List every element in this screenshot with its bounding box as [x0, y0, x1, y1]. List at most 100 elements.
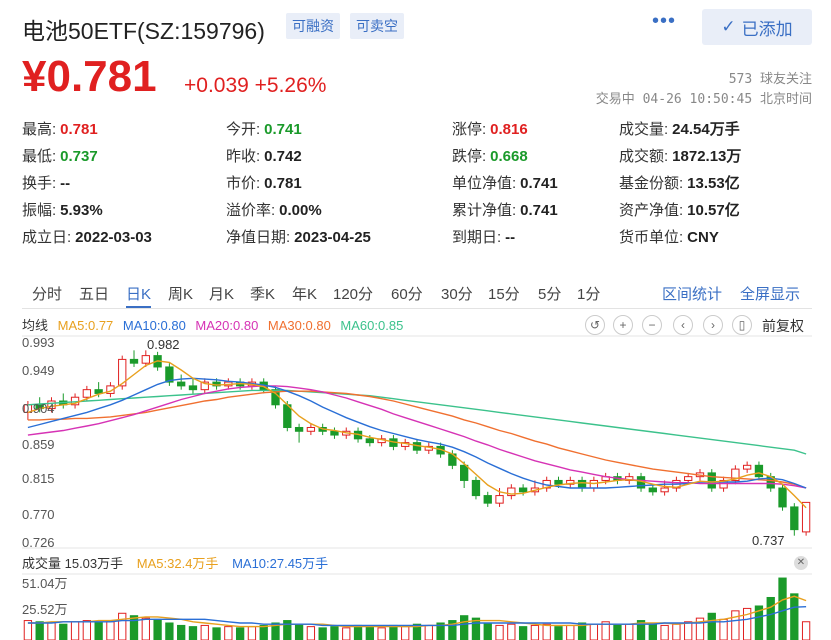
volume-bar [684, 621, 693, 640]
volume-bar [330, 626, 339, 640]
vol-tick: 25.52万 [22, 602, 68, 617]
undo-icon[interactable]: ↺ [585, 315, 605, 335]
period-tab[interactable]: 周K [168, 283, 193, 304]
adjust-mode[interactable]: 前复权 [762, 316, 804, 336]
stat-cell: 换手: -- [22, 172, 70, 193]
volume-bar [200, 624, 209, 640]
candle-body [177, 381, 186, 387]
volume-bar [672, 623, 681, 640]
short-tag[interactable]: 可卖空 [350, 13, 404, 39]
volume-bar [118, 612, 127, 640]
ma-legend: 均线 MA5:0.77 MA10:0.80 MA20:0.80 MA30:0.8… [22, 315, 409, 334]
trade-status: 交易中 04-26 10:50:45 北京时间 [595, 92, 812, 107]
prev-icon[interactable]: ‹ [673, 315, 693, 335]
chart-canvas[interactable] [0, 312, 831, 640]
period-tab[interactable]: 30分 [441, 283, 473, 304]
volume-bar [801, 621, 811, 640]
period-tab[interactable]: 分时 [32, 283, 62, 304]
stat-value: CNY [687, 229, 719, 246]
stat-label: 市价: [226, 175, 261, 192]
period-tab[interactable]: 60分 [391, 283, 423, 304]
stat-cell: 成立日: 2022-03-03 [22, 226, 152, 247]
zoom-out-icon[interactable]: − [642, 315, 662, 335]
stat-cell: 昨收: 0.742 [226, 145, 302, 166]
next-icon[interactable]: › [703, 315, 723, 335]
added-watchlist-button[interactable]: ✓ 已添加 [702, 9, 812, 45]
zoom-in-icon[interactable]: + [613, 315, 633, 335]
volume-bar [224, 626, 233, 640]
candle-body [471, 479, 481, 497]
stat-cell: 基金份额: 13.53亿 [619, 172, 740, 193]
volume-bar [495, 624, 504, 640]
volume-bar [59, 623, 68, 640]
range-stats-link[interactable]: 区间统计 [662, 283, 722, 304]
stat-label: 最低: [22, 148, 57, 165]
candle-icon[interactable]: ▯ [732, 315, 752, 335]
candle-body [495, 495, 504, 504]
period-tab[interactable]: 日K [126, 283, 152, 308]
candle-body [518, 487, 528, 493]
stat-label: 基金份额: [619, 175, 684, 192]
candle-body [742, 464, 752, 470]
volume-value: 成交量 15.03万手 [22, 556, 124, 571]
fullscreen-link[interactable]: 全屏显示 [740, 283, 800, 304]
period-tab[interactable]: 季K [250, 283, 275, 304]
volume-bar [778, 577, 787, 640]
stat-value: 2023-04-25 [294, 229, 371, 246]
volume-bar [507, 623, 516, 640]
y-tick: 0.726 [22, 535, 55, 550]
ma-legend-prefix: 均线 [22, 318, 49, 333]
stat-cell: 今开: 0.741 [226, 118, 302, 139]
followers-count[interactable]: 573 球友关注 [729, 68, 812, 87]
volume-bar [731, 610, 740, 640]
period-tab[interactable]: 五日 [79, 283, 109, 304]
y-tick: 0.815 [22, 471, 55, 486]
page-title: 电池50ETF(SZ:159796) [22, 18, 265, 44]
stat-label: 成交额: [619, 148, 669, 165]
period-tab[interactable]: 120分 [333, 283, 373, 304]
volume-bar [530, 624, 540, 640]
volume-bar [460, 615, 469, 640]
candle-body [141, 355, 150, 364]
y-tick: 0.859 [22, 437, 55, 452]
stat-cell: 跌停: 0.668 [452, 145, 528, 166]
more-dots-icon[interactable]: ••• [652, 10, 676, 33]
stat-value: 0.737 [60, 148, 98, 165]
margin-tag[interactable]: 可融资 [286, 13, 340, 39]
candle-body [188, 385, 198, 391]
volume-bar [247, 626, 257, 640]
candle-body [294, 426, 304, 432]
stat-cell: 净值日期: 2023-04-25 [226, 226, 371, 247]
period-tab[interactable]: 5分 [538, 283, 561, 304]
volume-bar [153, 618, 162, 640]
ma5-legend: MA5:0.77 [57, 318, 114, 333]
kline-chart[interactable]: 均线 MA5:0.77 MA10:0.80 MA20:0.80 MA30:0.8… [0, 312, 831, 640]
y-tick: 0.993 [22, 335, 55, 350]
candle-body [577, 479, 587, 489]
candle-body [483, 495, 492, 504]
volume-bar [318, 627, 327, 640]
stat-value: 10.57亿 [687, 202, 740, 219]
period-tab[interactable]: 年K [292, 283, 317, 304]
period-tab[interactable]: 月K [209, 283, 234, 304]
period-tab[interactable]: 15分 [488, 283, 520, 304]
ma10-line [27, 377, 807, 489]
stat-cell: 涨停: 0.816 [452, 118, 528, 139]
volume-bar [342, 627, 351, 640]
volume-bar [424, 624, 433, 640]
stat-value: -- [60, 175, 71, 192]
stat-value: 2022-03-03 [75, 229, 152, 246]
stat-label: 成交量: [619, 121, 669, 138]
candle-body [778, 487, 787, 508]
volume-bar [707, 612, 716, 640]
volume-bar [294, 623, 304, 640]
volume-bar [188, 626, 198, 640]
volume-bar [401, 626, 410, 640]
stat-cell: 单位净值: 0.741 [452, 172, 558, 193]
stat-cell: 资产净值: 10.57亿 [619, 199, 740, 220]
stat-label: 换手: [22, 175, 57, 192]
close-volume-icon[interactable]: ✕ [794, 556, 808, 570]
ma60-legend: MA60:0.85 [340, 318, 404, 333]
volume-bar [35, 621, 44, 640]
period-tab[interactable]: 1分 [577, 283, 600, 304]
